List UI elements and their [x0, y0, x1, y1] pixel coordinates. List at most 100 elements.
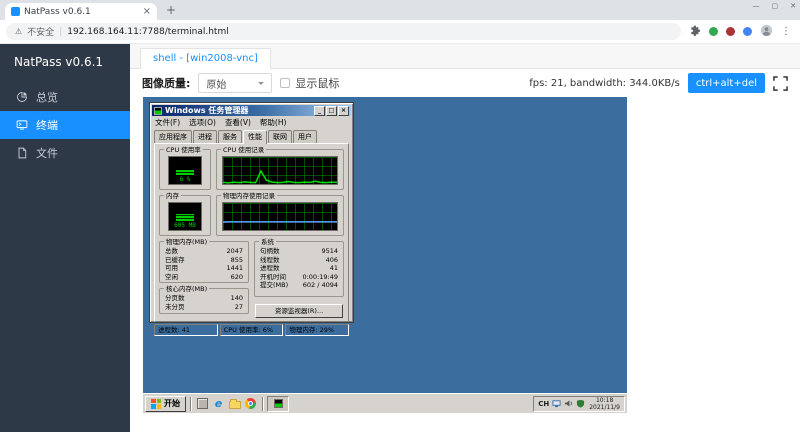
- system-group: 系统 句柄数 9514 线程数 406 进程数 41 开机时间 0:00:19:49 提…: [254, 238, 344, 297]
- menu-file[interactable]: 文件(F): [155, 117, 180, 128]
- show-cursor-label: 显示鼠标: [295, 77, 340, 90]
- taskmgr-statusbar: 进程数: 41 CPU 使用率: 6% 物理内存: 29%: [154, 324, 350, 336]
- menu-view[interactable]: 查看(V): [225, 117, 251, 128]
- security-shield-icon[interactable]: [576, 399, 585, 408]
- chevron-down-icon: [258, 82, 265, 88]
- taskbar-divider: [190, 396, 191, 411]
- sidebar-item-overview[interactable]: 总览: [0, 83, 130, 111]
- menu-help[interactable]: 帮助(H): [260, 117, 287, 128]
- physical-memory-group: 物理内存(MB) 总数 2047 已缓存 855 可用 1441 空闲 620: [159, 238, 249, 283]
- session-controls: 图像质量: 原始 显示鼠标 fps: 21, bandwidth: 344.0K…: [130, 69, 800, 97]
- taskbar-taskmgr-button[interactable]: [267, 395, 289, 412]
- kernel-memory-group: 核心内存(MB) 分页数 140 未分页 27: [159, 285, 249, 314]
- network-icon[interactable]: [552, 399, 561, 408]
- cpu-history-group: CPU 使用记录: [216, 146, 344, 190]
- internet-explorer-icon[interactable]: e: [212, 397, 225, 410]
- quality-label: 图像质量:: [142, 77, 191, 90]
- taskmgr-window-buttons: _ □ ×: [314, 105, 349, 116]
- sidebar-item-terminal[interactable]: 终端: [0, 111, 130, 139]
- show-cursor-checkbox[interactable]: 显示鼠标: [280, 75, 339, 91]
- tab-favicon-icon: [11, 7, 20, 16]
- taskmgr-app-icon: [154, 106, 162, 115]
- natpass-app: NatPass v0.6.1 总览 终端 文件 shell - [win2008…: [0, 44, 800, 432]
- taskmgr-window[interactable]: Windows 任务管理器 _ □ × 文件(F) 选项(O) 查看(V) 帮助…: [149, 102, 354, 336]
- extension-blue-icon[interactable]: [743, 27, 752, 36]
- volume-icon[interactable]: [564, 399, 573, 408]
- explorer-folder-icon[interactable]: [228, 397, 241, 410]
- cpu-gauge: 6 %: [168, 156, 202, 185]
- sidebar-item-label: 文件: [36, 147, 58, 160]
- profile-avatar[interactable]: [760, 22, 773, 41]
- memory-gauge-group: 内存 605 MB: [159, 192, 211, 236]
- browser-actions: ⋮: [689, 22, 794, 41]
- browser-tab[interactable]: NatPass v0.6.1 ×: [5, 3, 157, 20]
- clock-time: 10:18: [595, 396, 614, 404]
- status-physical-memory: 物理内存: 29%: [285, 324, 350, 336]
- tab-applications[interactable]: 应用程序: [154, 130, 192, 143]
- server-manager-icon[interactable]: [196, 397, 209, 410]
- session-tab-shell[interactable]: shell - [win2008-vnc]: [140, 48, 271, 69]
- new-tab-button[interactable]: +: [163, 3, 179, 19]
- extensions-puzzle-icon[interactable]: [689, 22, 701, 41]
- menu-options[interactable]: 选项(O): [189, 117, 216, 128]
- browser-menu-icon[interactable]: ⋮: [781, 26, 791, 37]
- performance-panel: CPU 使用率 6 % CPU 使用记录 内存 605 MB 物理内存使用记录 …: [154, 143, 349, 322]
- taskmgr-maximize-button[interactable]: □: [326, 105, 337, 116]
- system-tray[interactable]: CH 10:18 2021/11/9: [533, 395, 625, 412]
- fullscreen-icon: [773, 75, 788, 91]
- extension-red-icon[interactable]: [726, 27, 735, 36]
- taskmgr-title: Windows 任务管理器: [165, 106, 249, 115]
- windows-taskbar[interactable]: 开始 e CH 10:18 2021/11/9: [143, 393, 627, 413]
- resource-monitor-button[interactable]: 资源监视器(R)...: [255, 304, 343, 318]
- ctrl-alt-del-button[interactable]: ctrl+alt+del: [687, 73, 765, 93]
- taskmgr-minimize-button[interactable]: _: [314, 105, 325, 116]
- session-tabbar: shell - [win2008-vnc]: [130, 44, 800, 69]
- tab-services[interactable]: 服务: [218, 130, 242, 143]
- tab-title: NatPass v0.6.1: [24, 6, 91, 17]
- tab-users[interactable]: 用户: [293, 130, 317, 143]
- cpu-gauge-value: 6 %: [179, 176, 191, 183]
- file-icon: [18, 147, 27, 159]
- terminal-icon: [16, 120, 28, 130]
- main-content: shell - [win2008-vnc] 图像质量: 原始 显示鼠标 fps:…: [130, 44, 800, 432]
- taskmgr-mini-icon: [273, 399, 283, 408]
- browser-toolbar: ⚠ 不安全 | 192.168.164.11:7788/terminal.htm…: [0, 20, 800, 44]
- chrome-icon[interactable]: [244, 397, 257, 410]
- fullscreen-button[interactable]: [773, 75, 788, 91]
- connection-stats: fps: 21, bandwidth: 344.0KB/s: [529, 77, 680, 89]
- address-url: 192.168.164.11:7788/terminal.html: [67, 26, 229, 37]
- mem-history-graph: [222, 202, 338, 231]
- taskmgr-menubar: 文件(F) 选项(O) 查看(V) 帮助(H): [150, 116, 353, 127]
- address-bar[interactable]: ⚠ 不安全 | 192.168.164.11:7788/terminal.htm…: [6, 23, 681, 40]
- language-indicator[interactable]: CH: [538, 400, 549, 408]
- address-divider: |: [59, 26, 63, 37]
- extension-green-icon[interactable]: [709, 27, 718, 36]
- tab-processes[interactable]: 进程: [193, 130, 217, 143]
- security-warning-icon[interactable]: ⚠: [15, 27, 22, 36]
- quick-launch: e: [195, 397, 258, 410]
- start-button[interactable]: 开始: [145, 395, 186, 412]
- security-label: 不安全: [27, 28, 55, 38]
- remote-desktop-canvas[interactable]: Windows 任务管理器 _ □ × 文件(F) 选项(O) 查看(V) 帮助…: [143, 97, 627, 413]
- tab-networking[interactable]: 联网: [268, 130, 292, 143]
- window-minimize-button[interactable]: —: [753, 2, 760, 10]
- sidebar-item-files[interactable]: 文件: [0, 139, 130, 167]
- memory-gauge: 605 MB: [168, 202, 202, 231]
- memory-gauge-value: 605 MB: [174, 222, 196, 229]
- cpu-gauge-fill: [176, 169, 194, 175]
- window-maximize-button[interactable]: ▢: [772, 2, 779, 10]
- taskmgr-titlebar[interactable]: Windows 任务管理器 _ □ ×: [152, 105, 351, 116]
- quality-select[interactable]: 原始: [198, 73, 273, 93]
- checkbox-box[interactable]: [280, 78, 291, 88]
- taskbar-clock[interactable]: 10:18 2021/11/9: [588, 397, 620, 411]
- tab-performance[interactable]: 性能: [243, 130, 267, 144]
- status-cpu-usage: CPU 使用率: 6%: [219, 324, 284, 336]
- taskmgr-close-button[interactable]: ×: [338, 105, 349, 116]
- start-label: 开始: [164, 399, 180, 408]
- browser-tabstrip: NatPass v0.6.1 × + — ▢ ✕: [0, 0, 800, 20]
- tab-close-icon[interactable]: ×: [143, 6, 151, 17]
- status-processes: 进程数: 41: [154, 324, 218, 336]
- window-controls: — ▢ ✕: [753, 2, 797, 10]
- window-close-button[interactable]: ✕: [790, 2, 796, 10]
- cpu-usage-group: CPU 使用率 6 %: [159, 146, 211, 190]
